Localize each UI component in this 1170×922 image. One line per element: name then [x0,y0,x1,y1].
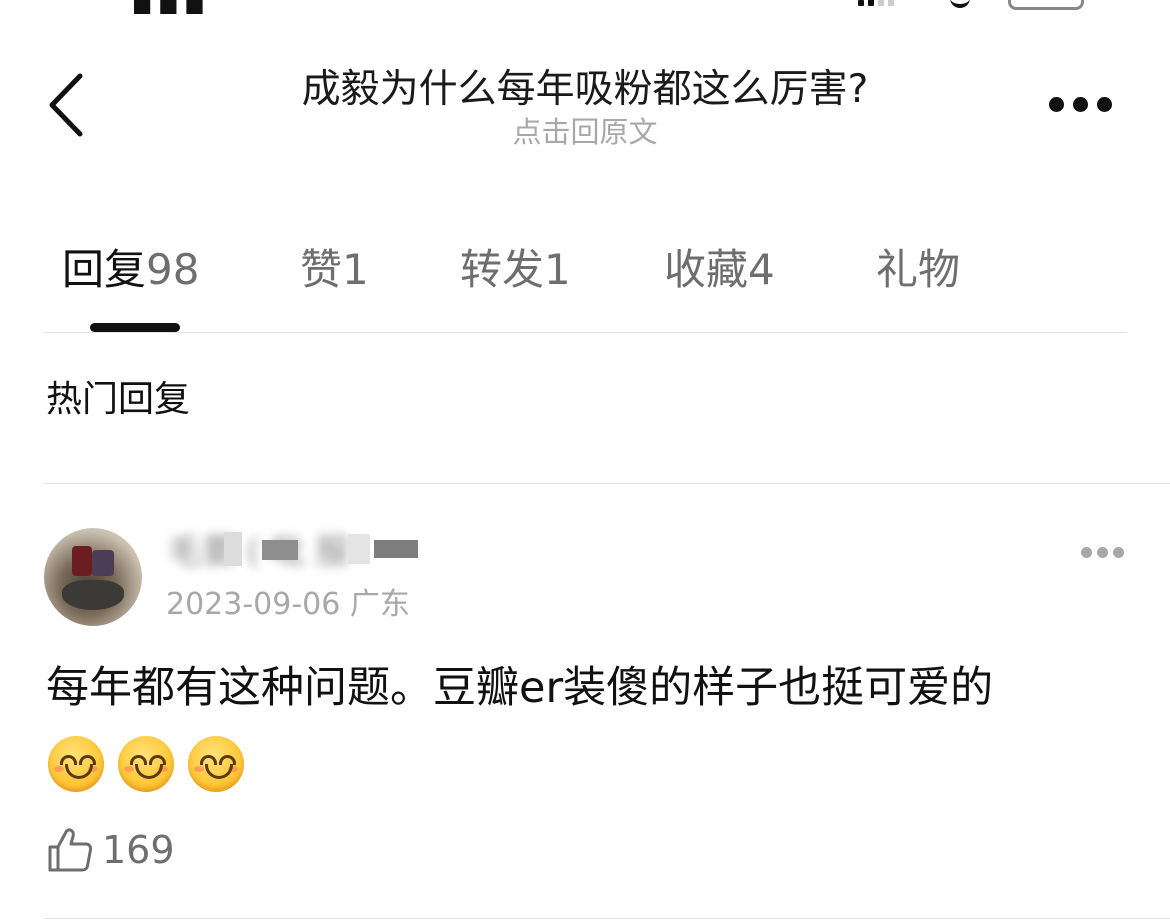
comment-more-button[interactable] [1080,546,1124,560]
tab-gifts[interactable]: 礼物 [876,238,960,302]
more-options-button[interactable] [1044,94,1116,116]
tab-bar: 回复98 赞1 转发1 收藏4 礼物 [0,238,1170,302]
tab-label: 转发 [460,245,545,294]
username-mosaic [374,540,418,558]
wifi-icon [950,0,970,8]
active-tab-indicator [90,323,180,332]
view-original-link[interactable]: 点击回原文 [160,112,1010,152]
chevron-left-icon [49,73,83,137]
more-dot [1081,547,1092,558]
comment-username[interactable]: 毛要 ( 吡 服 [168,528,468,576]
comment-location: 广东 [349,587,410,622]
tab-label: 礼物 [876,245,961,294]
like-count: 169 [102,828,175,872]
post-title: 成毅为什么每年吸粉都这么厉害? [301,67,869,112]
comment-date: 2023-09-06 [166,587,341,622]
smiling-face-icon [48,736,104,792]
tab-replies[interactable]: 回复98 [62,238,199,302]
avatar-detail [62,580,124,610]
tab-count: 4 [748,245,775,294]
battery-icon [1008,0,1084,10]
tab-likes[interactable]: 赞1 [300,238,369,302]
tab-count: 1 [544,245,571,294]
avatar-detail [72,546,92,576]
avatar[interactable] [44,528,142,626]
tab-reposts[interactable]: 转发1 [460,238,571,302]
status-time-fragment: ▮▮▮ [130,0,209,14]
divider [44,332,1126,333]
avatar-detail [92,550,114,576]
tab-label: 收藏 [664,245,749,294]
smiling-face-icon [188,736,244,792]
tab-label: 回复 [62,245,147,294]
more-dot [1113,547,1124,558]
smiling-face-icon [118,736,174,792]
username-mosaic [262,540,298,560]
cellular-signal-icon [858,0,918,6]
tab-count: 98 [146,245,200,294]
tab-favorites[interactable]: 收藏4 [664,238,775,302]
username-mosaic [224,532,242,566]
thumbs-up-icon [48,828,93,872]
comment-meta: 2023-09-06 广东 [166,584,410,626]
section-title-hot-replies: 热门回复 [46,379,191,420]
username-text: 毛要 ( 吡 服 [168,532,350,572]
divider [44,918,1170,919]
tab-label: 赞 [300,245,343,294]
more-dot [1049,97,1064,112]
back-button[interactable] [44,72,88,138]
more-dot [1073,97,1088,112]
username-mosaic [348,534,370,564]
more-dot [1097,547,1108,558]
status-bar: ▮▮▮ [0,0,1170,14]
comment-body: 每年都有这种问题。豆瓣er装傻的样子也挺可爱的 [46,663,994,713]
more-dot [1097,97,1112,112]
divider [44,483,1170,484]
tab-count: 1 [342,245,369,294]
